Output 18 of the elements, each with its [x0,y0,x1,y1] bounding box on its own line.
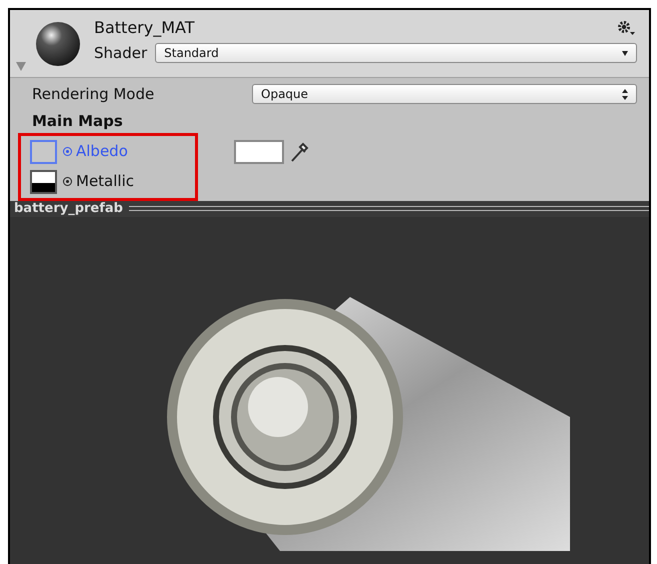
material-name: Battery_MAT [94,17,194,39]
map-label: Metallic [76,171,134,192]
stepper-arrows-icon [622,88,628,100]
texture-slot[interactable] [30,170,57,194]
preview-title: battery_prefab [13,202,123,216]
target-dot-icon[interactable] [63,177,72,186]
rendering-mode-dropdown[interactable]: Opaque [252,84,637,104]
eyedropper-icon[interactable] [290,140,310,162]
material-sphere-icon [34,20,82,68]
section-heading: Main Maps [31,111,124,132]
rendering-mode-label: Rendering Mode [32,84,156,105]
shader-label: Shader [94,43,148,64]
target-dot-icon[interactable] [63,147,72,156]
map-label: Albedo [76,141,128,162]
shader-dropdown[interactable]: Standard [155,43,637,64]
gear-icon[interactable] [617,20,635,36]
color-field[interactable] [234,140,284,164]
dropdown-caret-icon [622,50,628,56]
